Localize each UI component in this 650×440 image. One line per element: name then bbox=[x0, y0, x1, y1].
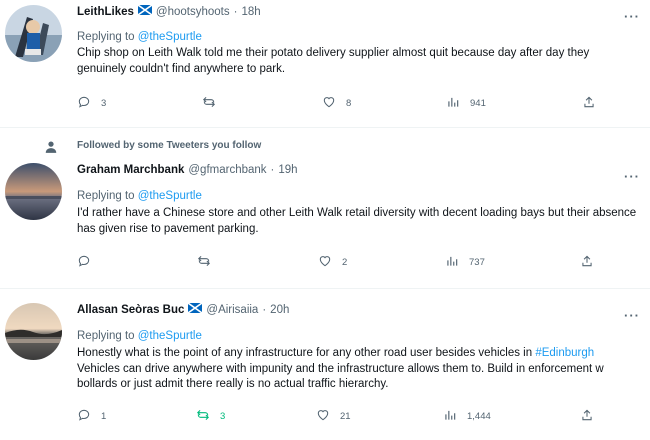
replying-to: Replying to @theSpurtle bbox=[77, 31, 202, 43]
like-icon bbox=[322, 95, 336, 112]
share-icon bbox=[580, 408, 594, 425]
views-icon bbox=[446, 95, 460, 112]
retweet-icon bbox=[202, 95, 216, 112]
replying-to: Replying to @theSpurtle bbox=[77, 330, 202, 342]
like-button[interactable]: 2 bbox=[318, 254, 347, 271]
display-name[interactable]: Graham Marchbank bbox=[77, 164, 184, 176]
avatar[interactable] bbox=[5, 303, 62, 360]
reply-icon bbox=[77, 408, 91, 425]
more-icon[interactable]: ··· bbox=[624, 309, 640, 322]
tweet-text: I'd rather have a Chinese store and othe… bbox=[77, 207, 637, 235]
more-icon[interactable]: ··· bbox=[624, 10, 640, 23]
avatar[interactable] bbox=[5, 5, 62, 62]
like-count: 2 bbox=[342, 257, 348, 268]
retweet-icon bbox=[196, 408, 210, 425]
reply-count: 1 bbox=[101, 411, 107, 422]
share-icon bbox=[580, 254, 594, 271]
like-count: 21 bbox=[340, 411, 351, 422]
timestamp[interactable]: 20h bbox=[270, 304, 289, 316]
views-count: 1,444 bbox=[467, 411, 491, 422]
mention-link[interactable]: @theSpurtle bbox=[138, 31, 202, 43]
retweet-button[interactable] bbox=[202, 95, 226, 112]
tweet-1[interactable]: LeithLikes @hootsyhoots · 18h ··· Replyi… bbox=[0, 0, 650, 125]
replying-to: Replying to @theSpurtle bbox=[77, 190, 202, 202]
mention-link[interactable]: @theSpurtle bbox=[138, 190, 202, 202]
replying-to-label: Replying to bbox=[77, 330, 135, 342]
tweet-text: Honestly what is the point of any infras… bbox=[77, 346, 637, 393]
tweet-text-part-2: Vehicles can drive anywhere with impunit… bbox=[77, 362, 604, 391]
reply-icon bbox=[77, 95, 91, 112]
replying-to-label: Replying to bbox=[77, 31, 135, 43]
views-count: 941 bbox=[470, 98, 486, 109]
hashtag-link[interactable]: #Edinburgh bbox=[535, 347, 594, 359]
like-button[interactable]: 21 bbox=[316, 408, 351, 425]
views-count: 737 bbox=[469, 257, 485, 268]
display-name[interactable]: LeithLikes bbox=[77, 6, 134, 18]
reply-button[interactable]: 1 bbox=[77, 408, 106, 425]
tweet-3[interactable]: Allasan Seòras Buc @Airisaiia · 20h ··· … bbox=[0, 289, 650, 440]
person-icon bbox=[44, 140, 58, 159]
reply-button[interactable] bbox=[77, 254, 101, 271]
tweet-header: Allasan Seòras Buc @Airisaiia · 20h bbox=[77, 302, 289, 316]
retweet-count: 3 bbox=[220, 411, 226, 422]
separator-dot: · bbox=[270, 164, 275, 176]
avatar[interactable] bbox=[5, 163, 62, 220]
user-handle[interactable]: @Airisaiia bbox=[206, 304, 258, 316]
display-name[interactable]: Allasan Seòras Buc bbox=[77, 304, 184, 316]
social-context[interactable]: Followed by some Tweeters you follow bbox=[77, 140, 261, 151]
reply-count: 3 bbox=[101, 98, 107, 109]
timestamp[interactable]: 18h bbox=[241, 6, 260, 18]
timestamp[interactable]: 19h bbox=[278, 164, 297, 176]
tweet-text-part-1: Honestly what is the point of any infras… bbox=[77, 347, 536, 359]
share-icon bbox=[582, 95, 596, 112]
retweet-button[interactable]: 3 bbox=[196, 408, 225, 425]
separator-dot: · bbox=[233, 5, 238, 18]
views-icon bbox=[443, 408, 457, 425]
retweet-button[interactable] bbox=[197, 254, 221, 271]
scotland-flag-icon bbox=[187, 302, 203, 316]
reply-icon bbox=[77, 254, 91, 271]
share-button[interactable] bbox=[580, 254, 594, 271]
like-icon bbox=[318, 254, 332, 271]
retweet-icon bbox=[197, 254, 211, 271]
share-button[interactable] bbox=[580, 408, 594, 425]
views-button[interactable]: 941 bbox=[446, 95, 486, 112]
user-handle[interactable]: @hootsyhoots bbox=[156, 6, 230, 18]
tweet-2[interactable]: Followed by some Tweeters you follow Gra… bbox=[0, 128, 650, 288]
tweet-text: Chip shop on Leith Walk told me their po… bbox=[77, 47, 590, 75]
separator-dot: · bbox=[262, 303, 267, 316]
mention-link[interactable]: @theSpurtle bbox=[138, 330, 202, 342]
views-button[interactable]: 1,444 bbox=[443, 408, 491, 425]
like-icon bbox=[316, 408, 330, 425]
like-button[interactable]: 8 bbox=[322, 95, 351, 112]
reply-button[interactable]: 3 bbox=[77, 95, 106, 112]
tweet-header: Graham Marchbank @gfmarchbank · 19h bbox=[77, 164, 298, 176]
more-icon[interactable]: ··· bbox=[624, 170, 640, 183]
views-button[interactable]: 737 bbox=[445, 254, 485, 271]
share-button[interactable] bbox=[582, 95, 596, 112]
user-handle[interactable]: @gfmarchbank bbox=[188, 164, 266, 176]
tweet-header: LeithLikes @hootsyhoots · 18h bbox=[77, 4, 261, 18]
scotland-flag-icon bbox=[137, 4, 153, 18]
like-count: 8 bbox=[346, 98, 352, 109]
replying-to-label: Replying to bbox=[77, 190, 135, 202]
views-icon bbox=[445, 254, 459, 271]
